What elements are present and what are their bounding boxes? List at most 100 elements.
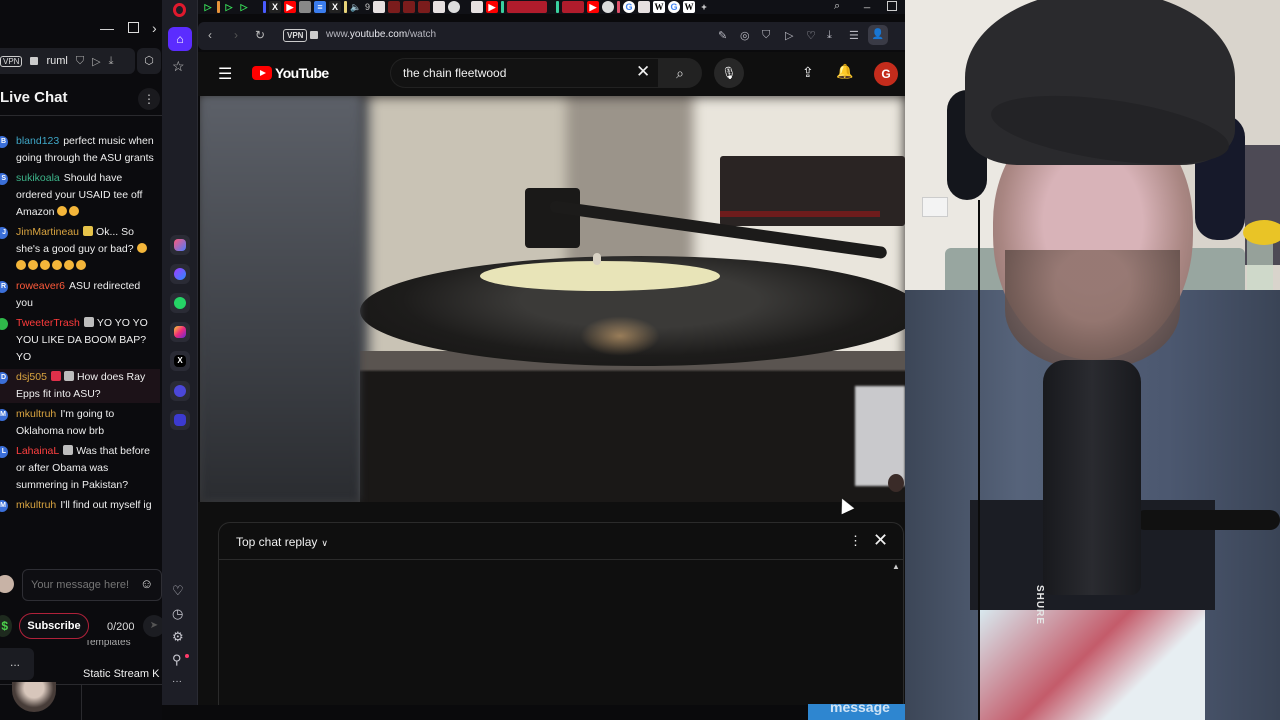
chat-message[interactable]: L LahainaL Was that before or after Obama … <box>0 443 160 494</box>
shield-icon[interactable]: ⛉ <box>76 55 84 68</box>
opera-logo-icon[interactable] <box>173 3 186 17</box>
messenger-icon[interactable] <box>170 264 190 284</box>
sidebar-more-icon[interactable]: ··· <box>172 676 182 687</box>
download-icon[interactable]: ⤓ <box>827 29 832 42</box>
tab-chrome-icon[interactable] <box>602 1 615 13</box>
send-icon[interactable]: ▷ <box>785 29 793 42</box>
youtube-wordmark[interactable]: YouTube <box>275 65 329 81</box>
youtube-logo-icon[interactable] <box>252 66 272 80</box>
tab-youtube-icon[interactable]: ▶ <box>284 1 296 13</box>
tab-asu-icon[interactable] <box>403 1 416 13</box>
player-icon[interactable] <box>170 410 190 430</box>
emoji-picker-icon[interactable]: ☺ <box>140 576 153 591</box>
aria-ai-icon[interactable] <box>170 235 190 255</box>
tab-asu-icon[interactable] <box>373 1 386 13</box>
vpn-badge[interactable]: VPN <box>283 29 308 42</box>
chat-user-avatar[interactable]: M <box>0 409 8 421</box>
settings-gear-icon[interactable]: ⚙ <box>172 629 184 645</box>
back-icon[interactable]: ‹ <box>208 28 212 42</box>
chat-message[interactable]: Rroweaver6 ASU redirected you <box>0 278 160 312</box>
chat-message[interactable]: Mmkultruh I'm going to Oklahoma now brb <box>0 406 160 440</box>
chat-message[interactable]: Bbland123 perfect music when going throug… <box>0 133 160 167</box>
video-player[interactable] <box>200 96 905 502</box>
tab-asu-icon[interactable] <box>388 1 401 13</box>
tab-document-icon[interactable] <box>299 1 311 13</box>
close-button[interactable]: › <box>152 20 157 36</box>
tab-x-icon[interactable]: X <box>329 1 341 13</box>
upload-icon[interactable]: ⇪ <box>802 64 814 81</box>
tab-asu-icon[interactable] <box>471 1 484 13</box>
instagram-icon[interactable] <box>170 322 190 342</box>
chat-username[interactable]: dsj505 <box>16 371 47 383</box>
extension-cube-icon[interactable]: ⬡ <box>137 48 161 74</box>
new-tab-plus-icon[interactable]: + <box>698 1 710 13</box>
account-avatar[interactable]: G <box>874 62 898 86</box>
pinboard-heart-icon[interactable]: ♡ <box>172 583 184 599</box>
search-button-icon[interactable]: ⌕ <box>658 58 702 88</box>
clear-search-icon[interactable]: ✕ <box>636 62 650 82</box>
bookmarks-star-icon[interactable]: ☆ <box>172 58 185 75</box>
chat-mode-dropdown[interactable]: Top chat replay ∨ <box>236 535 328 549</box>
send-message-icon[interactable]: ➤ <box>143 615 162 637</box>
chat-user-avatar[interactable]: L <box>0 446 8 458</box>
profile-icon[interactable]: 👤 <box>868 25 888 45</box>
tab-wikipedia-icon[interactable]: W <box>653 1 666 13</box>
heart-icon[interactable]: ♡ <box>806 29 816 42</box>
tips-bulb-icon[interactable]: ⚲ <box>172 652 182 668</box>
browser-maximize-button[interactable] <box>887 1 897 11</box>
tab-rumble-icon[interactable]: ▷ <box>223 1 235 13</box>
x-twitter-icon[interactable]: X <box>170 351 190 371</box>
tab-group-count[interactable]: 9 <box>365 2 370 12</box>
chat-user-avatar[interactable]: R <box>0 281 8 293</box>
youtube-search-input[interactable] <box>390 58 658 88</box>
tab-youtube-icon[interactable]: ▶ <box>486 1 499 13</box>
chat-message[interactable]: Ssukikoala Should have ordered your USAID… <box>0 170 160 221</box>
history-clock-icon[interactable]: ◷ <box>172 606 183 622</box>
tab-asu-icon[interactable] <box>418 1 431 13</box>
tab-group-asu[interactable] <box>562 1 585 13</box>
chat-message-list[interactable]: Bbland123 perfect music when going throug… <box>0 133 160 517</box>
reload-icon[interactable]: ↻ <box>255 28 265 42</box>
chat-message[interactable]: Mmkultruh I'll find out myself ig <box>0 497 160 514</box>
download-icon[interactable]: ⤓ <box>109 55 114 68</box>
static-stream-label[interactable]: Static Stream K <box>83 668 159 680</box>
music-player-icon[interactable] <box>170 381 190 401</box>
browser-minimize-button[interactable]: _ <box>864 0 870 9</box>
subscribe-button[interactable]: Subscribe <box>19 613 89 639</box>
tab-search-icon[interactable]: ⌕ <box>834 0 840 13</box>
tab-rumble-icon[interactable]: ▷ <box>202 1 214 13</box>
chat-user-avatar[interactable]: S <box>0 173 8 185</box>
whatsapp-icon[interactable] <box>170 293 190 313</box>
chat-user-avatar[interactable]: M <box>0 500 8 512</box>
url-field[interactable]: www.youtube.com/watch <box>326 29 436 40</box>
tab-youtube-icon[interactable]: ▶ <box>587 1 600 13</box>
chat-username[interactable]: mkultruh <box>16 499 56 511</box>
chat-username[interactable]: LahainaL <box>16 445 59 457</box>
tab-asu-icon[interactable] <box>638 1 651 13</box>
home-icon[interactable]: ⌂ <box>168 27 192 51</box>
chat-user-avatar[interactable]: D <box>0 372 8 384</box>
chat-message[interactable]: Ddsj505 How does Ray Epps fit into ASU? <box>0 369 160 403</box>
tab-wikipedia-icon[interactable]: W <box>683 1 696 13</box>
lock-icon[interactable] <box>310 31 318 39</box>
tab-globe-icon[interactable] <box>448 1 461 13</box>
forward-icon[interactable]: › <box>234 28 238 42</box>
chat-options-kebab-icon[interactable]: ⋮ <box>138 88 160 110</box>
hamburger-menu-icon[interactable]: ☰ <box>218 64 232 84</box>
tab-rumble-icon[interactable]: ▷ <box>238 1 250 13</box>
chat-username[interactable]: TweeterTrash <box>16 317 80 329</box>
scroll-up-icon[interactable]: ▲ <box>892 562 900 571</box>
voice-search-mic-icon[interactable]: 🎙 <box>714 58 744 88</box>
easy-setup-icon[interactable]: ☰ <box>849 29 859 42</box>
chat-message[interactable]: TweeterTrash YO YO YO YOU LIKE DA BOOM BA… <box>0 315 160 366</box>
chat-username[interactable]: JimMartineau <box>16 226 79 238</box>
chat-message[interactable]: J JimMartineau Ok... So she's a good guy o… <box>0 224 160 275</box>
chat-username[interactable]: mkultruh <box>16 408 56 420</box>
notifications-bell-icon[interactable]: 🔔 <box>836 63 853 80</box>
tab-audio-icon[interactable]: 🔈 <box>350 1 362 13</box>
maximize-button[interactable] <box>128 22 139 33</box>
close-chat-icon[interactable]: ✕ <box>873 530 888 551</box>
chat-user-avatar[interactable] <box>0 318 8 330</box>
chat-user-avatar[interactable]: B <box>0 136 8 148</box>
tab-google-icon[interactable]: G <box>623 1 636 13</box>
